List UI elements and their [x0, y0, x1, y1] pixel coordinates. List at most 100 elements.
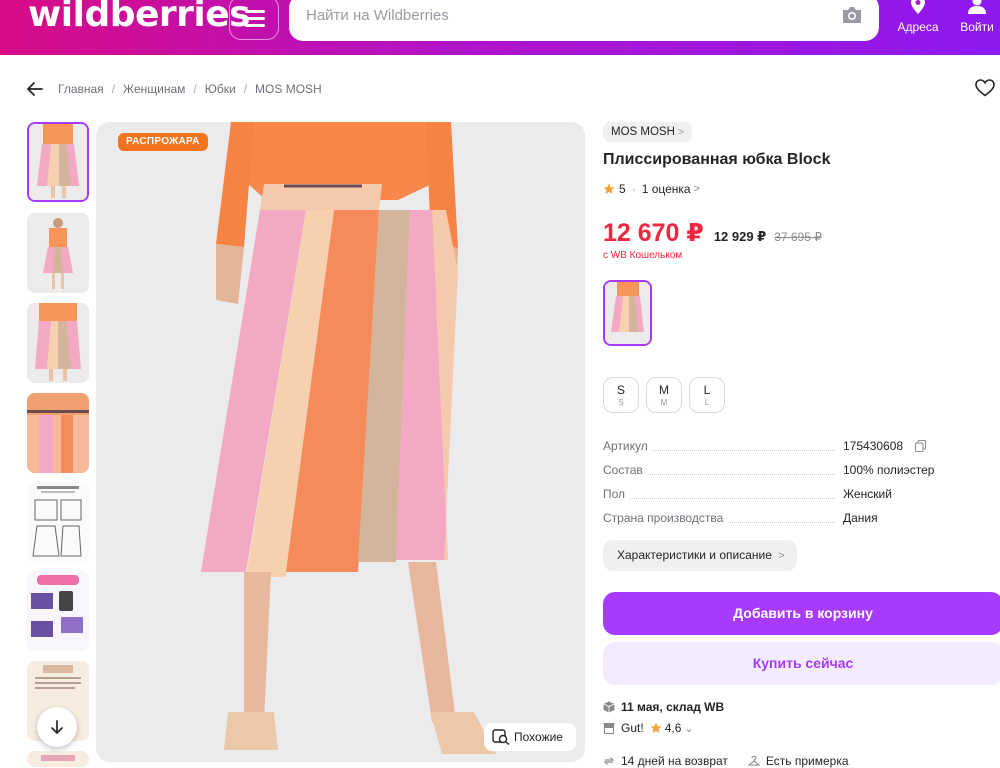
delivery-text: 11 мая, склад WB — [621, 700, 725, 714]
heart-icon[interactable] — [975, 79, 995, 97]
breadcrumb-item[interactable]: Женщинам — [123, 82, 185, 96]
sale-badge: РАСПРОЖАРА — [118, 133, 208, 151]
skirt-photo — [96, 122, 585, 762]
skirt-photo-thumbnail — [27, 213, 89, 293]
buy-now-button[interactable]: Купить сейчас — [603, 642, 1000, 685]
fabric-closeup-thumbnail — [27, 393, 89, 473]
similar-label: Похожие — [514, 730, 563, 744]
fitting-text: Есть примерка — [765, 754, 849, 768]
regular-price: 12 929 ₽ — [713, 229, 767, 244]
spec-key: Состав — [603, 463, 647, 477]
breadcrumb-item[interactable]: Юбки — [205, 82, 236, 96]
size-sublabel: S — [618, 398, 624, 407]
arrow-left-icon[interactable] — [26, 80, 44, 98]
size-label: L — [703, 383, 711, 397]
brand-name: MOS MOSH — [611, 126, 675, 138]
star-icon — [650, 722, 662, 733]
search-placeholder: Найти на Wildberries — [306, 7, 449, 24]
arrow-down-icon — [51, 720, 63, 734]
characteristics-label: Характеристики и описание — [617, 548, 772, 562]
size-label: S — [616, 383, 625, 397]
scroll-down-button[interactable] — [37, 707, 77, 747]
similar-button[interactable]: Похожие — [484, 723, 576, 751]
product-main-image[interactable] — [96, 122, 585, 762]
copy-icon[interactable] — [915, 440, 926, 452]
promo-thumbnail — [27, 571, 89, 651]
breadcrumb-item[interactable]: MOS MOSH — [255, 82, 322, 96]
return-icon — [603, 757, 615, 765]
old-price: 37 695 ₽ — [774, 230, 822, 244]
addresses-label: Адреса — [897, 20, 939, 34]
color-option[interactable] — [603, 280, 652, 346]
breadcrumb-separator: / — [111, 82, 116, 96]
seller-info[interactable]: Gut! 4,6 ⌄ — [603, 721, 694, 735]
wallet-note: с WB Кошельком — [603, 250, 683, 261]
spec-key: Страна производства — [603, 511, 728, 525]
reviews-count: 1 оценка — [641, 182, 691, 196]
menu-button[interactable] — [229, 0, 279, 40]
login-button[interactable]: Войти — [952, 0, 1000, 34]
login-label: Войти — [960, 20, 994, 34]
size-label: M — [659, 383, 669, 397]
dot-separator: · — [631, 182, 636, 196]
breadcrumb-separator: / — [243, 82, 248, 96]
box-icon — [603, 701, 615, 713]
size-sublabel: L — [704, 398, 710, 407]
spec-value: Женский — [843, 487, 892, 501]
spec-value: 175430608 — [843, 439, 904, 453]
star-icon — [603, 183, 615, 194]
seller-rating: 4,6 — [664, 721, 682, 735]
breadcrumb-item[interactable]: Главная — [58, 82, 104, 96]
top-header: wildberries Найти на Wildberries Адреса … — [0, 0, 1000, 55]
size-option-m[interactable]: M M — [646, 377, 682, 413]
size-option-s[interactable]: S S — [603, 377, 639, 413]
size-chart-thumbnail — [27, 482, 89, 562]
characteristics-button[interactable]: Характеристики и описание > — [603, 540, 797, 571]
spec-row: Состав 100% полиэстер — [603, 463, 983, 479]
chevron-right-icon: > — [778, 550, 785, 562]
price-block: 12 670 ₽ 12 929 ₽ 37 695 ₽ — [603, 218, 822, 248]
product-title: Плиссированная юбка Block — [603, 151, 831, 168]
brand-chip[interactable]: MOS MOSH > — [603, 122, 692, 142]
gallery-thumbnail[interactable] — [27, 751, 89, 767]
spec-row: Артикул 175430608 — [603, 439, 983, 455]
spec-value: 100% полиэстер — [843, 463, 935, 477]
returns-text: 14 дней на возврат — [621, 754, 728, 768]
gallery-thumbnail[interactable] — [27, 213, 89, 293]
camera-icon[interactable] — [841, 5, 863, 25]
wallet-price: 12 670 ₽ — [603, 219, 704, 247]
skirt-photo-thumbnail — [27, 303, 89, 383]
size-sublabel: M — [660, 398, 668, 407]
seller-name: Gut! — [621, 721, 644, 735]
user-icon — [968, 0, 986, 14]
search-input[interactable]: Найти на Wildberries — [289, 0, 879, 41]
gallery-thumbnail[interactable] — [27, 393, 89, 473]
spec-key: Артикул — [603, 439, 652, 453]
gallery-thumbnail[interactable] — [27, 571, 89, 651]
similar-search-icon — [492, 729, 510, 745]
shop-icon — [603, 723, 615, 734]
delivery-info: 11 мая, склад WB — [603, 700, 724, 714]
rating-value: 5 — [619, 182, 626, 196]
size-option-l[interactable]: L L — [689, 377, 725, 413]
chevron-right-icon: > — [693, 183, 701, 195]
promo-thumbnail — [27, 751, 89, 767]
add-to-cart-button[interactable]: Добавить в корзину — [603, 592, 1000, 635]
returns-info: 14 дней на возврат Есть примерка — [603, 754, 849, 768]
chevron-down-icon: ⌄ — [684, 722, 694, 735]
rating-row[interactable]: 5 · 1 оценка > — [603, 182, 700, 196]
color-thumbnail — [605, 282, 650, 344]
wildberries-logo[interactable]: wildberries — [28, 0, 251, 35]
addresses-button[interactable]: Адреса — [893, 0, 943, 34]
spec-row: Пол Женский — [603, 487, 983, 503]
gallery-thumbnail[interactable] — [27, 482, 89, 562]
chevron-right-icon: > — [678, 127, 684, 138]
gallery-thumbnail[interactable] — [27, 122, 89, 202]
spec-key: Пол — [603, 487, 630, 501]
gallery-thumbnail[interactable] — [27, 303, 89, 383]
fitting-icon — [747, 755, 760, 766]
spec-value: Дания — [843, 511, 878, 525]
breadcrumb: Главная / Женщинам / Юбки / MOS MOSH — [26, 79, 322, 99]
breadcrumb-separator: / — [193, 82, 197, 96]
skirt-photo-thumbnail — [29, 124, 87, 200]
